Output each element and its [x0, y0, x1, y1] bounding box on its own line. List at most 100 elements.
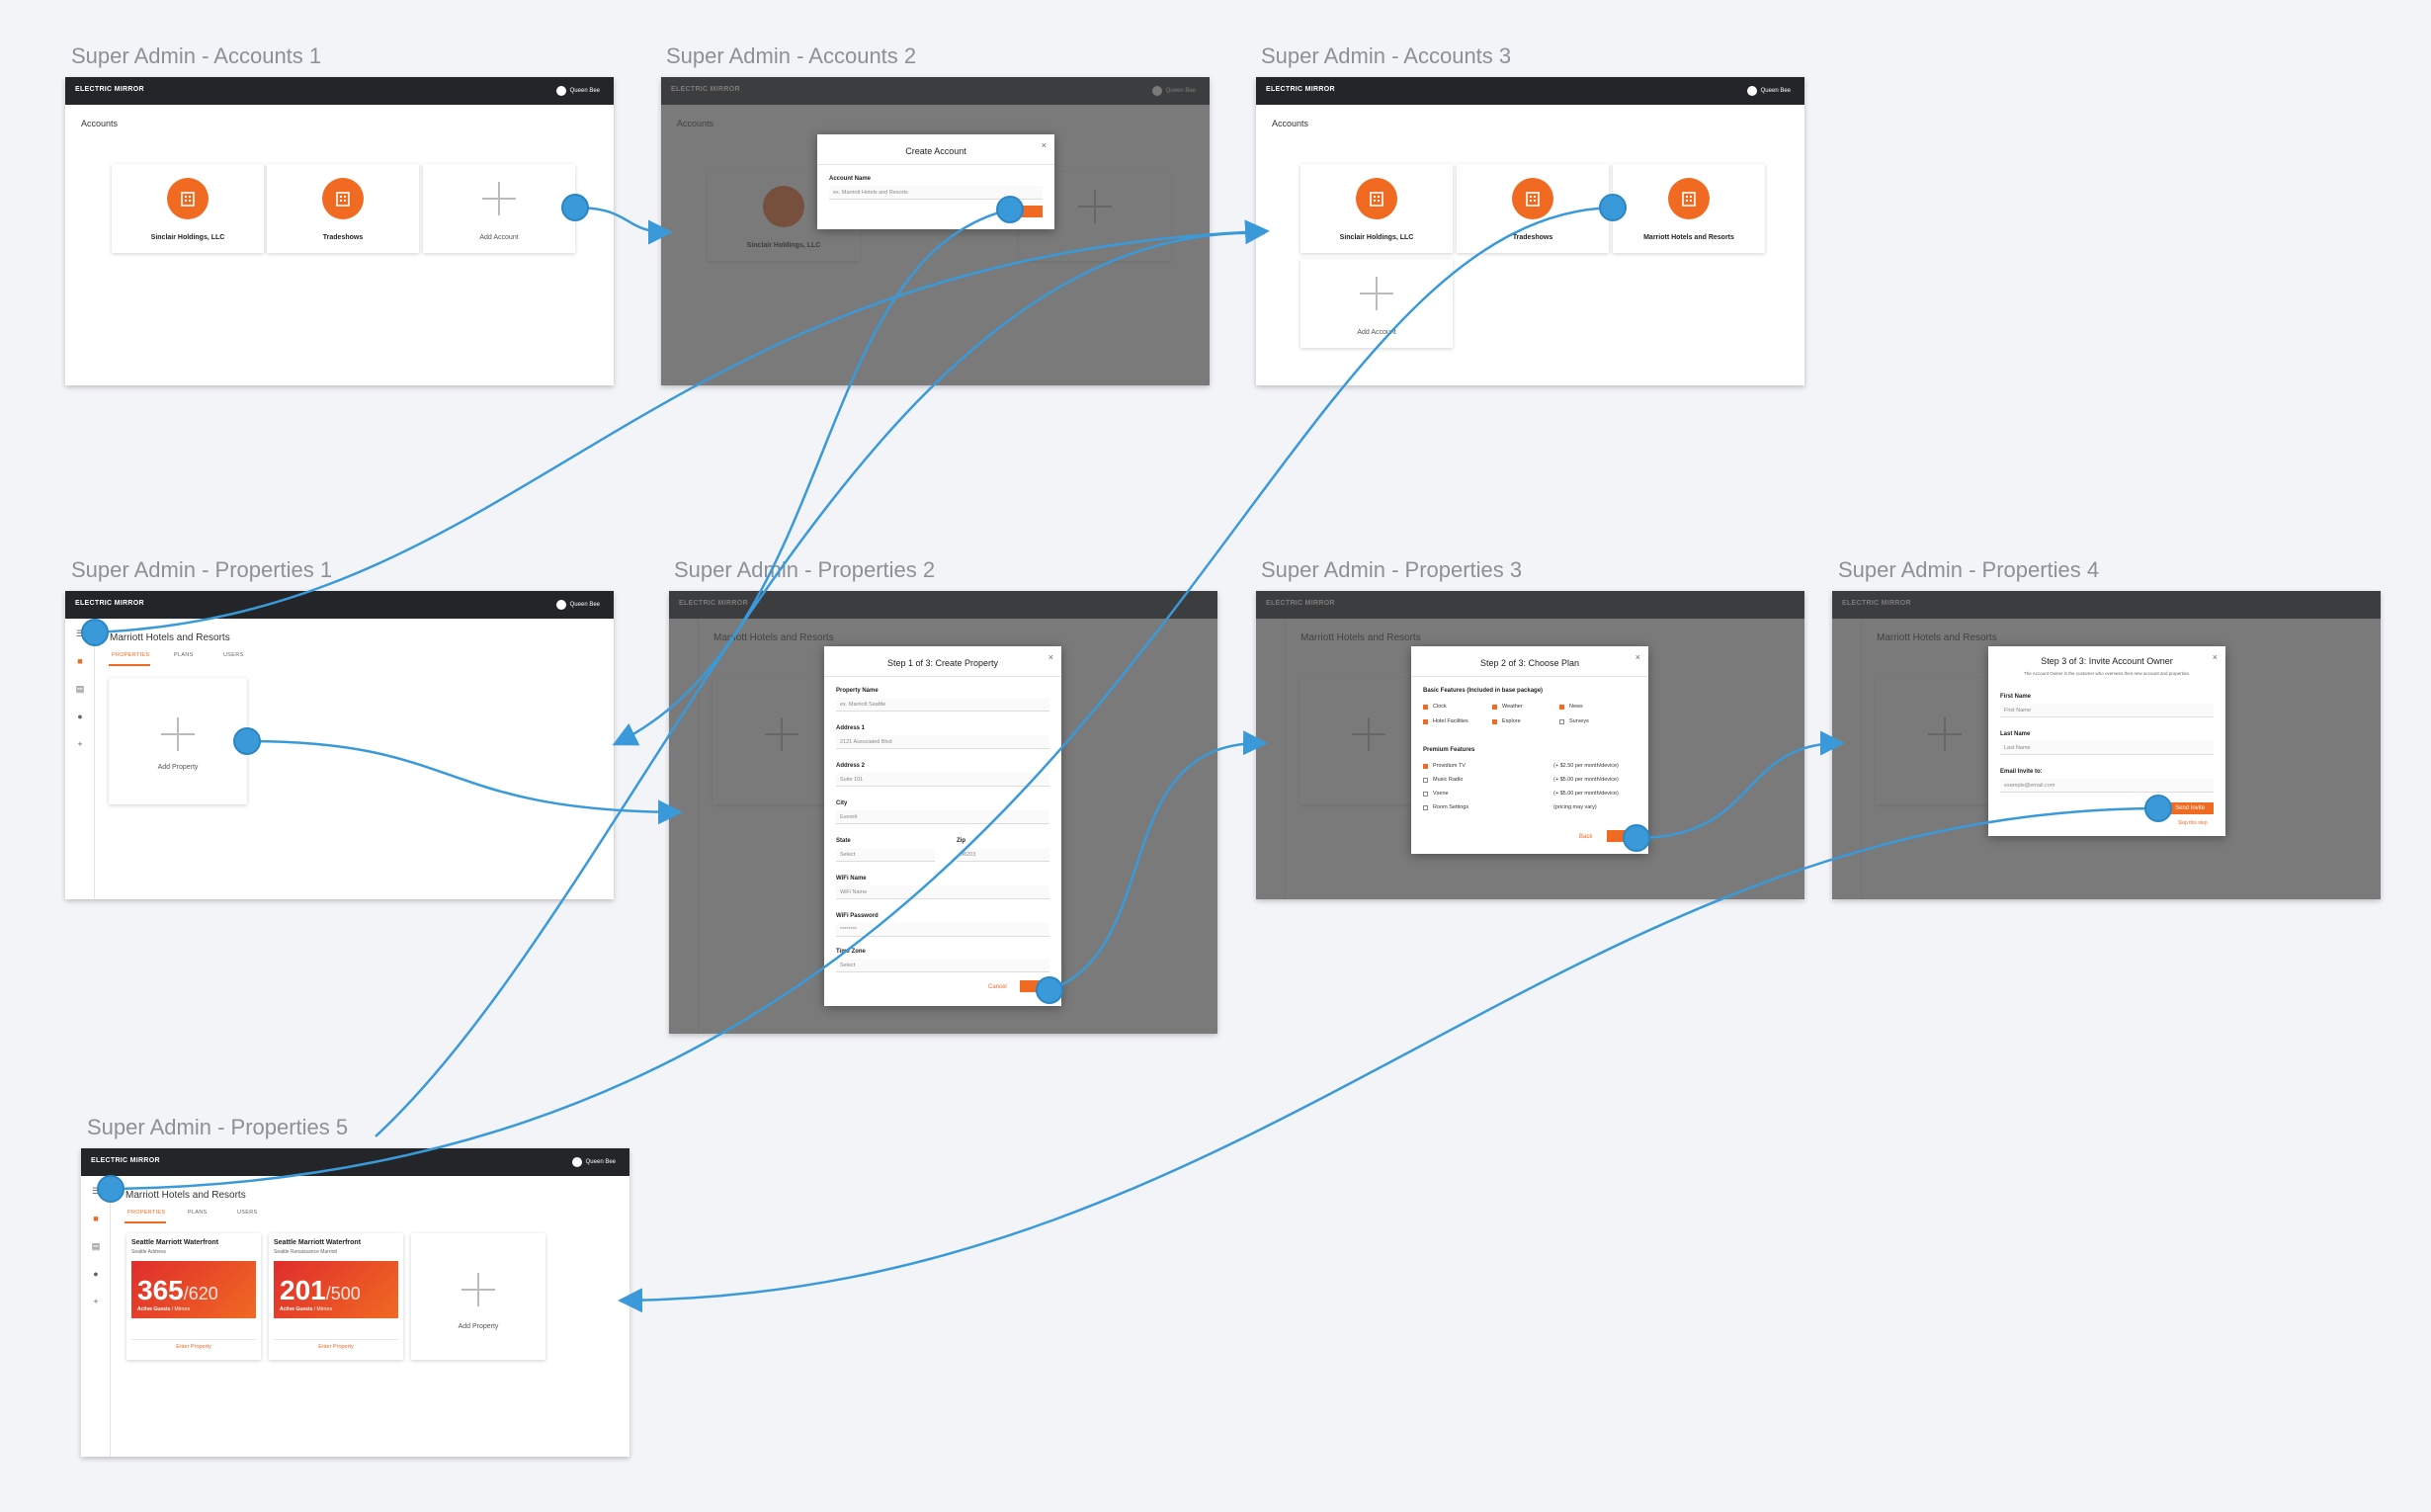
- plus-icon: [461, 1273, 495, 1306]
- frame-title-properties-3: Super Admin - Properties 3: [1261, 557, 1523, 582]
- account-name-input[interactable]: ex. Marriott Hotels and Resorts: [829, 186, 1043, 200]
- premium-features-heading: Premium Features: [1423, 747, 1475, 753]
- building-icon[interactable]: ■: [75, 656, 85, 666]
- wifi-name-input[interactable]: WiFi Name: [836, 885, 1049, 899]
- user-icon: [555, 600, 566, 610]
- checkbox-surveys[interactable]: [1559, 719, 1564, 724]
- tab-properties[interactable]: PROPERTIES: [127, 1210, 165, 1216]
- tab-users[interactable]: USERS: [237, 1210, 257, 1216]
- send-invite-button[interactable]: Send Invite: [2166, 802, 2214, 814]
- field-label: Zip: [957, 838, 965, 844]
- plus-icon: [482, 182, 516, 215]
- add-account-card[interactable]: Add Account: [1300, 259, 1453, 348]
- close-icon[interactable]: ×: [1048, 652, 1053, 662]
- close-icon[interactable]: ×: [2213, 652, 2218, 662]
- email-input[interactable]: example@email.com: [2000, 779, 2214, 793]
- property-name-input[interactable]: ex. Marriott Seattle: [836, 698, 1049, 712]
- user-icon[interactable]: ●: [75, 712, 85, 721]
- property-name: Seattle Marriott Waterfront: [131, 1239, 219, 1246]
- frame-properties-2: ELECTRIC MIRROR Marriott Hotels and Reso…: [669, 591, 1217, 1034]
- checkbox-providium-tv[interactable]: [1423, 764, 1428, 769]
- add-property-card[interactable]: Add Property: [411, 1233, 545, 1360]
- account-name: Marriott Hotels and Resorts: [1643, 234, 1734, 241]
- checkbox-news[interactable]: [1559, 705, 1564, 710]
- back-button[interactable]: Back: [1579, 834, 1592, 840]
- field-label: Email Invite to:: [2000, 769, 2043, 775]
- state-select[interactable]: Select: [836, 848, 935, 862]
- documents-icon[interactable]: ▤: [91, 1241, 101, 1251]
- address1-input[interactable]: 2121 Associated Blvd: [836, 735, 1049, 749]
- menu-icon[interactable]: ☰: [91, 1186, 101, 1196]
- top-bar: ELECTRIC MIRROR Queen Bee: [1256, 77, 1804, 105]
- field-label: WiFi Name: [836, 876, 867, 882]
- city-input[interactable]: Everett: [836, 810, 1049, 824]
- add-property-label: Add Property: [157, 764, 199, 771]
- skip-link[interactable]: Skip this step: [2178, 820, 2208, 826]
- account-card[interactable]: Sinclair Holdings, LLC: [112, 164, 264, 253]
- step2-modal: Step 2 of 3: Choose Plan × Basic Feature…: [1411, 646, 1648, 854]
- checkbox-clock[interactable]: [1423, 705, 1428, 710]
- user-menu[interactable]: Queen Bee: [555, 86, 600, 96]
- address2-input[interactable]: Suite 101: [836, 773, 1049, 787]
- checkbox-music-radio[interactable]: [1423, 778, 1428, 783]
- frame-title-accounts-3: Super Admin - Accounts 3: [1261, 43, 1512, 68]
- tab-plans[interactable]: PLANS: [174, 652, 194, 658]
- zip-input[interactable]: 98203: [957, 848, 1049, 862]
- modal-title: Create Account: [905, 146, 966, 156]
- feature-label: Music Radio: [1433, 777, 1464, 783]
- total-value: /500: [325, 1284, 361, 1303]
- add-icon[interactable]: +: [91, 1297, 101, 1306]
- account-card[interactable]: Marriott Hotels and Resorts: [1613, 164, 1765, 253]
- property-card[interactable]: Seattle Marriott Waterfront Seattle Rena…: [269, 1233, 403, 1360]
- account-card[interactable]: Sinclair Holdings, LLC: [1300, 164, 1453, 253]
- close-icon[interactable]: ×: [1635, 652, 1640, 662]
- feature-label: Explore: [1502, 718, 1521, 724]
- divider: [274, 1339, 398, 1340]
- add-account-label: Add Account: [479, 234, 519, 241]
- add-property-card[interactable]: Add Property: [109, 678, 247, 804]
- first-name-input[interactable]: First Name: [2000, 704, 2214, 717]
- wifi-password-input[interactable]: ********: [836, 923, 1049, 937]
- checkbox-explore[interactable]: [1492, 719, 1497, 724]
- add-account-card[interactable]: Add Account: [423, 164, 575, 253]
- field-label: Time Zone: [836, 949, 866, 955]
- feature-label: Room Settings: [1433, 804, 1469, 810]
- checkbox-vsene[interactable]: [1423, 792, 1428, 797]
- enter-property-link[interactable]: Enter Property: [126, 1344, 261, 1350]
- user-icon[interactable]: ●: [91, 1269, 101, 1279]
- create-button[interactable]: [1001, 206, 1043, 217]
- basic-features-heading: Basic Features (Included in base package…: [1423, 688, 1544, 694]
- checkbox-weather[interactable]: [1492, 705, 1497, 710]
- property-card[interactable]: Seattle Marriott Waterfront Seattle Addr…: [126, 1233, 261, 1360]
- create-account-modal: Create Account × Account Name ex. Marrio…: [817, 134, 1054, 229]
- user-menu[interactable]: Queen Bee: [555, 600, 600, 610]
- cancel-button[interactable]: Cancel: [988, 984, 1007, 990]
- sidebar: ☰ ■ ▤ ● +: [81, 1176, 111, 1457]
- building-icon[interactable]: ■: [91, 1214, 101, 1223]
- user-icon: [555, 86, 566, 96]
- user-menu[interactable]: Queen Bee: [1746, 86, 1791, 96]
- next-button[interactable]: [1020, 980, 1049, 992]
- enter-property-link[interactable]: Enter Property: [269, 1344, 403, 1350]
- account-card[interactable]: Tradeshows: [267, 164, 419, 253]
- checkbox-room-settings[interactable]: [1423, 805, 1428, 810]
- feature-price: (+ $5.00 per month/device): [1553, 791, 1619, 797]
- frame-properties-5: ELECTRIC MIRROR Queen Bee ☰ ■ ▤ ● + Marr…: [81, 1148, 629, 1457]
- user-menu[interactable]: Queen Bee: [571, 1157, 616, 1167]
- tab-users[interactable]: USERS: [223, 652, 243, 658]
- plus-icon: [1360, 277, 1393, 310]
- menu-icon[interactable]: ☰: [75, 629, 85, 638]
- checkbox-hotel-facilities[interactable]: [1423, 719, 1428, 724]
- frame-accounts-3: ELECTRIC MIRROR Queen Bee Accounts Sincl…: [1256, 77, 1804, 385]
- tab-properties[interactable]: PROPERTIES: [112, 652, 149, 658]
- active-count: 201/500: [280, 1275, 361, 1306]
- documents-icon[interactable]: ▤: [75, 684, 85, 694]
- timezone-select[interactable]: Select: [836, 959, 1049, 972]
- account-card[interactable]: Tradeshows: [1457, 164, 1609, 253]
- add-icon[interactable]: +: [75, 739, 85, 749]
- next-button[interactable]: [1607, 830, 1636, 842]
- tab-plans[interactable]: PLANS: [188, 1210, 208, 1216]
- last-name-input[interactable]: Last Name: [2000, 741, 2214, 755]
- close-icon[interactable]: ×: [1042, 140, 1047, 150]
- field-label: State: [836, 838, 851, 844]
